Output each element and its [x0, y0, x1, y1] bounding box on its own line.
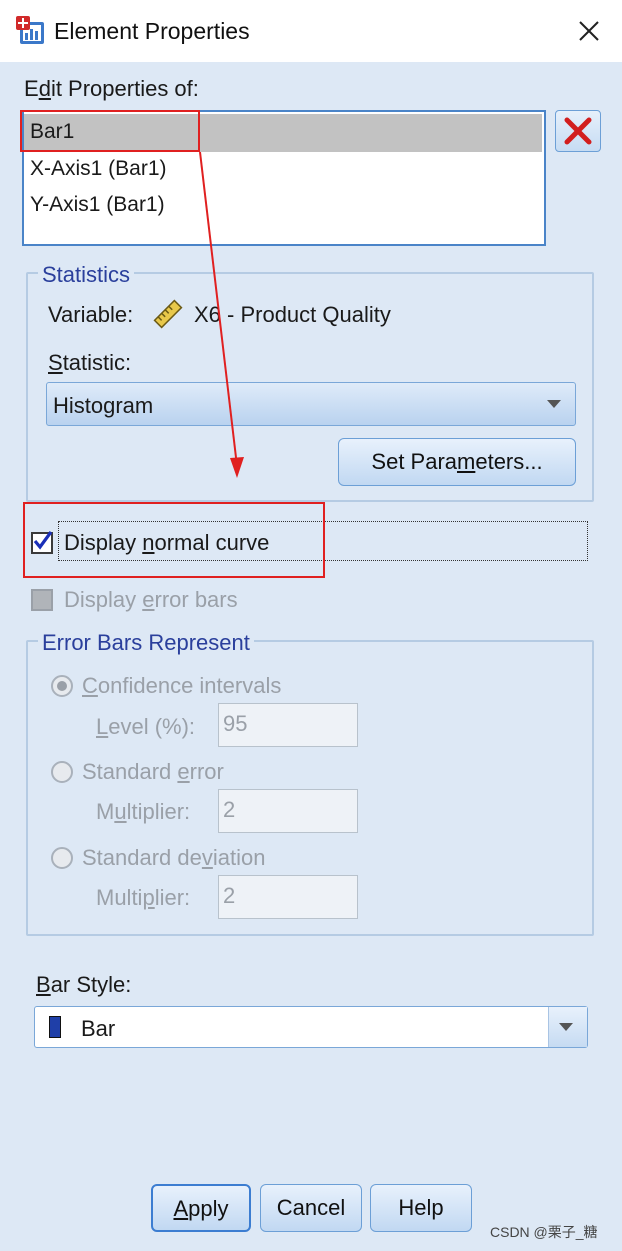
watermark: CSDN @栗子_糖 — [490, 1224, 598, 1240]
confidence-intervals-radio[interactable] — [51, 675, 73, 697]
edit-properties-label: Edit Properties of: — [24, 76, 199, 101]
standard-deviation-multiplier-input[interactable]: 2 — [218, 875, 358, 919]
title-bar: Element Properties — [0, 0, 622, 62]
bar-style-dropdown[interactable]: Bar — [34, 1006, 588, 1048]
list-item-x-axis[interactable]: X-Axis1 (Bar1) — [30, 157, 167, 181]
display-error-bars-checkbox[interactable] — [31, 589, 53, 611]
standard-deviation-radio[interactable] — [51, 847, 73, 869]
chevron-down-icon — [547, 400, 561, 408]
bar-swatch-icon — [49, 1016, 61, 1038]
delete-x-icon — [564, 117, 592, 145]
error-bars-group-title: Error Bars Represent — [38, 630, 254, 656]
help-button[interactable]: Help — [370, 1184, 472, 1232]
bar-style-label: Bar Style: — [36, 972, 132, 997]
bar-style-value: Bar — [81, 1016, 116, 1041]
statistic-dropdown[interactable]: Histogram — [46, 382, 576, 426]
apply-button[interactable]: Apply — [151, 1184, 251, 1232]
statistic-dropdown-value: Histogram — [53, 393, 154, 418]
cancel-button[interactable]: Cancel — [260, 1184, 362, 1232]
chevron-down-icon — [559, 1023, 573, 1031]
delete-element-button[interactable] — [555, 110, 601, 152]
confidence-intervals-label[interactable]: Confidence intervals — [82, 673, 281, 699]
set-parameters-button[interactable]: Set Parameters... — [338, 438, 576, 486]
level-input[interactable]: 95 — [218, 703, 358, 747]
spss-chart-icon — [16, 16, 44, 44]
window-title: Element Properties — [54, 18, 250, 44]
variable-value: X6 - Product Quality — [194, 302, 391, 327]
statistics-group-title: Statistics — [38, 262, 135, 288]
standard-error-multiplier-label: Multiplier: — [96, 799, 191, 824]
annotation-box-normal-curve — [23, 502, 325, 578]
standard-error-radio[interactable] — [51, 761, 73, 783]
standard-error-label[interactable]: Standard error — [82, 759, 224, 785]
variable-label: Variable: — [48, 302, 134, 327]
close-icon[interactable] — [570, 14, 606, 48]
standard-error-multiplier-input[interactable]: 2 — [218, 789, 358, 833]
standard-deviation-multiplier-label: Multiplier: — [96, 885, 191, 910]
annotation-box-bar1 — [20, 110, 200, 152]
level-label: Level (%): — [96, 714, 196, 739]
list-item-y-axis[interactable]: Y-Axis1 (Bar1) — [30, 193, 165, 217]
standard-deviation-label[interactable]: Standard deviation — [82, 845, 265, 871]
scale-ruler-icon — [153, 299, 183, 329]
statistic-label: Statistic: — [48, 350, 132, 375]
display-error-bars-label[interactable]: Display error bars — [64, 587, 238, 613]
